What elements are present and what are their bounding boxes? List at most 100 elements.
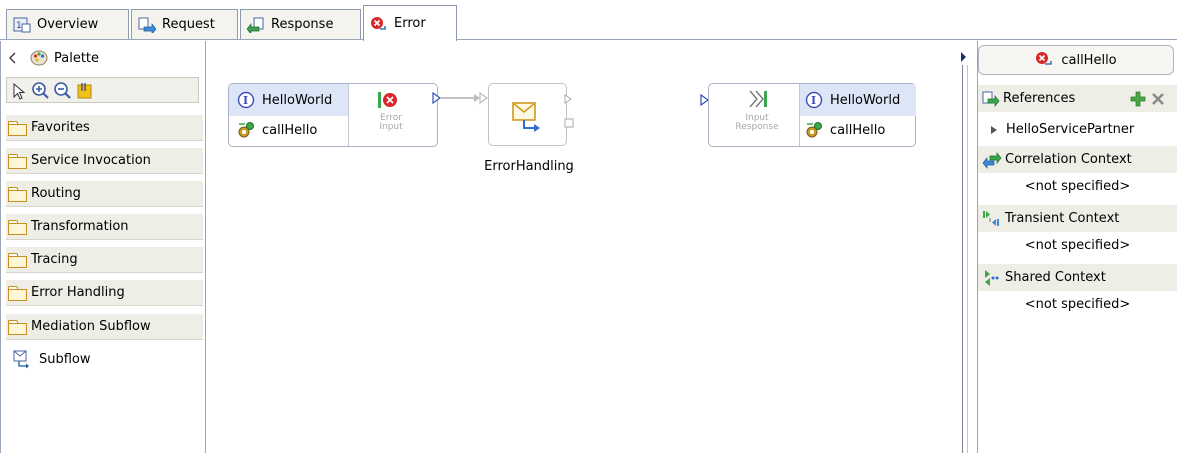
error-handling-terminals [564, 94, 574, 128]
response-node[interactable]: Input Response I HelloWorld callHello [708, 83, 916, 147]
shared-context-label: Shared Context [1005, 270, 1106, 285]
correlation-context-icon [982, 151, 1002, 169]
error-input-label: Error Input [379, 113, 403, 132]
interface-name: HelloWorld [830, 92, 901, 108]
input-response-label: Input Response [735, 113, 779, 132]
interface-row: I HelloWorld [237, 91, 332, 109]
palette-icon [30, 49, 48, 67]
drawer-mediation-subflow[interactable]: Mediation Subflow [6, 314, 203, 340]
folder-icon [8, 220, 28, 235]
subflow-label: Subflow [39, 351, 91, 367]
folder-icon [8, 286, 28, 301]
error-handling-label: ErrorHandling [484, 159, 574, 174]
drawer-transformation[interactable]: Transformation [6, 214, 203, 240]
interface-icon: I [805, 91, 825, 109]
references-section[interactable]: References [978, 85, 1177, 112]
collapse-palette-icon[interactable] [6, 51, 22, 65]
correlation-context-label: Correlation Context [1005, 152, 1132, 167]
tab-request-label: Request [162, 17, 215, 32]
input-response-terminal-icon [748, 88, 772, 113]
error-input-terminal-icon [377, 89, 401, 114]
details-panel: callHello References HelloServicePartner… [977, 41, 1177, 453]
operation-row: callHello [805, 121, 885, 139]
svg-text:1: 1 [16, 21, 22, 31]
tab-request[interactable]: Request [131, 9, 238, 39]
interface-name: HelloWorld [262, 92, 333, 108]
operation-icon [237, 121, 257, 139]
references-icon [982, 91, 1000, 107]
interface-icon: I [237, 91, 257, 109]
svg-text:I: I [243, 94, 248, 107]
drawer-routing[interactable]: Routing [6, 181, 203, 207]
request-icon [138, 17, 157, 35]
reference-item-label: HelloServicePartner [1006, 122, 1135, 137]
shared-context-value: <not specified> [1024, 297, 1131, 312]
correlation-context-value: <not specified> [1024, 179, 1131, 194]
palette-panel: Palette Favorites Service Invocation Rou… [0, 41, 206, 453]
reference-item[interactable]: HelloServicePartner [988, 122, 1134, 137]
selected-operation-header: callHello [978, 45, 1174, 75]
sash-line [962, 65, 963, 453]
palette-header: Palette [6, 47, 99, 69]
palette-item-subflow[interactable]: Subflow [13, 347, 91, 371]
note-tool-icon[interactable] [75, 81, 95, 104]
drawer-error-handling[interactable]: Error Handling [6, 280, 203, 306]
transient-context-icon [982, 210, 1002, 228]
drawer-favorites[interactable]: Favorites [6, 115, 203, 141]
drawer-label: Routing [31, 186, 81, 201]
operation-name: callHello [262, 122, 318, 138]
subflow-icon [13, 349, 35, 369]
zoom-out-icon[interactable] [53, 81, 73, 104]
palette-title: Palette [54, 50, 100, 66]
drawer-label: Favorites [31, 120, 90, 135]
operation-icon [805, 121, 825, 139]
error-icon [370, 16, 388, 32]
palette-tools [6, 77, 199, 103]
editor-tab-bar: 1 Overview Request Response Error [0, 0, 1177, 41]
add-reference-icon[interactable] [1130, 91, 1146, 111]
subflow-node-icon [512, 101, 544, 136]
mediation-flow-canvas[interactable]: I HelloWorld callHello Error Input Error… [207, 41, 960, 453]
tab-response-label: Response [271, 17, 334, 32]
tab-response[interactable]: Response [240, 9, 361, 39]
shared-context-icon [982, 269, 1002, 287]
select-tool-icon[interactable] [11, 82, 29, 103]
remove-reference-icon[interactable] [1150, 91, 1166, 111]
correlation-context-section[interactable]: Correlation Context [978, 146, 1177, 173]
tab-overview-label: Overview [37, 17, 99, 32]
response-icon [246, 17, 265, 35]
connection-wire[interactable] [432, 91, 492, 105]
interface-row: I HelloWorld [805, 91, 900, 109]
drawer-label: Tracing [31, 252, 78, 267]
folder-icon [8, 187, 28, 202]
folder-icon [8, 121, 28, 136]
references-label: References [1003, 91, 1076, 106]
drawer-tracing[interactable]: Tracing [6, 247, 203, 273]
folder-icon [8, 253, 28, 268]
tab-error[interactable]: Error [363, 5, 457, 41]
transient-context-section[interactable]: Transient Context [978, 205, 1177, 232]
transient-context-value: <not specified> [1024, 238, 1131, 253]
divider [799, 84, 800, 146]
error-operation-icon [1035, 51, 1055, 69]
transient-context-label: Transient Context [1005, 211, 1120, 226]
tab-error-label: Error [394, 16, 426, 31]
operation-name: callHello [830, 122, 886, 138]
overview-icon: 1 [13, 17, 31, 33]
expand-arrow-icon[interactable] [960, 51, 968, 63]
zoom-in-icon[interactable] [31, 81, 51, 104]
input-node[interactable]: I HelloWorld callHello Error Input [228, 83, 438, 147]
drawer-label: Mediation Subflow [31, 319, 151, 334]
divider [348, 84, 349, 146]
shared-context-section[interactable]: Shared Context [978, 264, 1177, 291]
error-handling-node[interactable] [488, 83, 567, 146]
expand-triangle-icon[interactable] [988, 124, 1000, 136]
tab-overview[interactable]: 1 Overview [6, 9, 129, 39]
sash-line [967, 65, 968, 453]
drawer-service-invocation[interactable]: Service Invocation [6, 148, 203, 174]
drawer-label: Service Invocation [31, 153, 151, 168]
folder-icon [8, 154, 28, 169]
drawer-label: Transformation [31, 219, 129, 234]
svg-text:I: I [811, 94, 816, 107]
panel-sash[interactable] [960, 41, 977, 453]
